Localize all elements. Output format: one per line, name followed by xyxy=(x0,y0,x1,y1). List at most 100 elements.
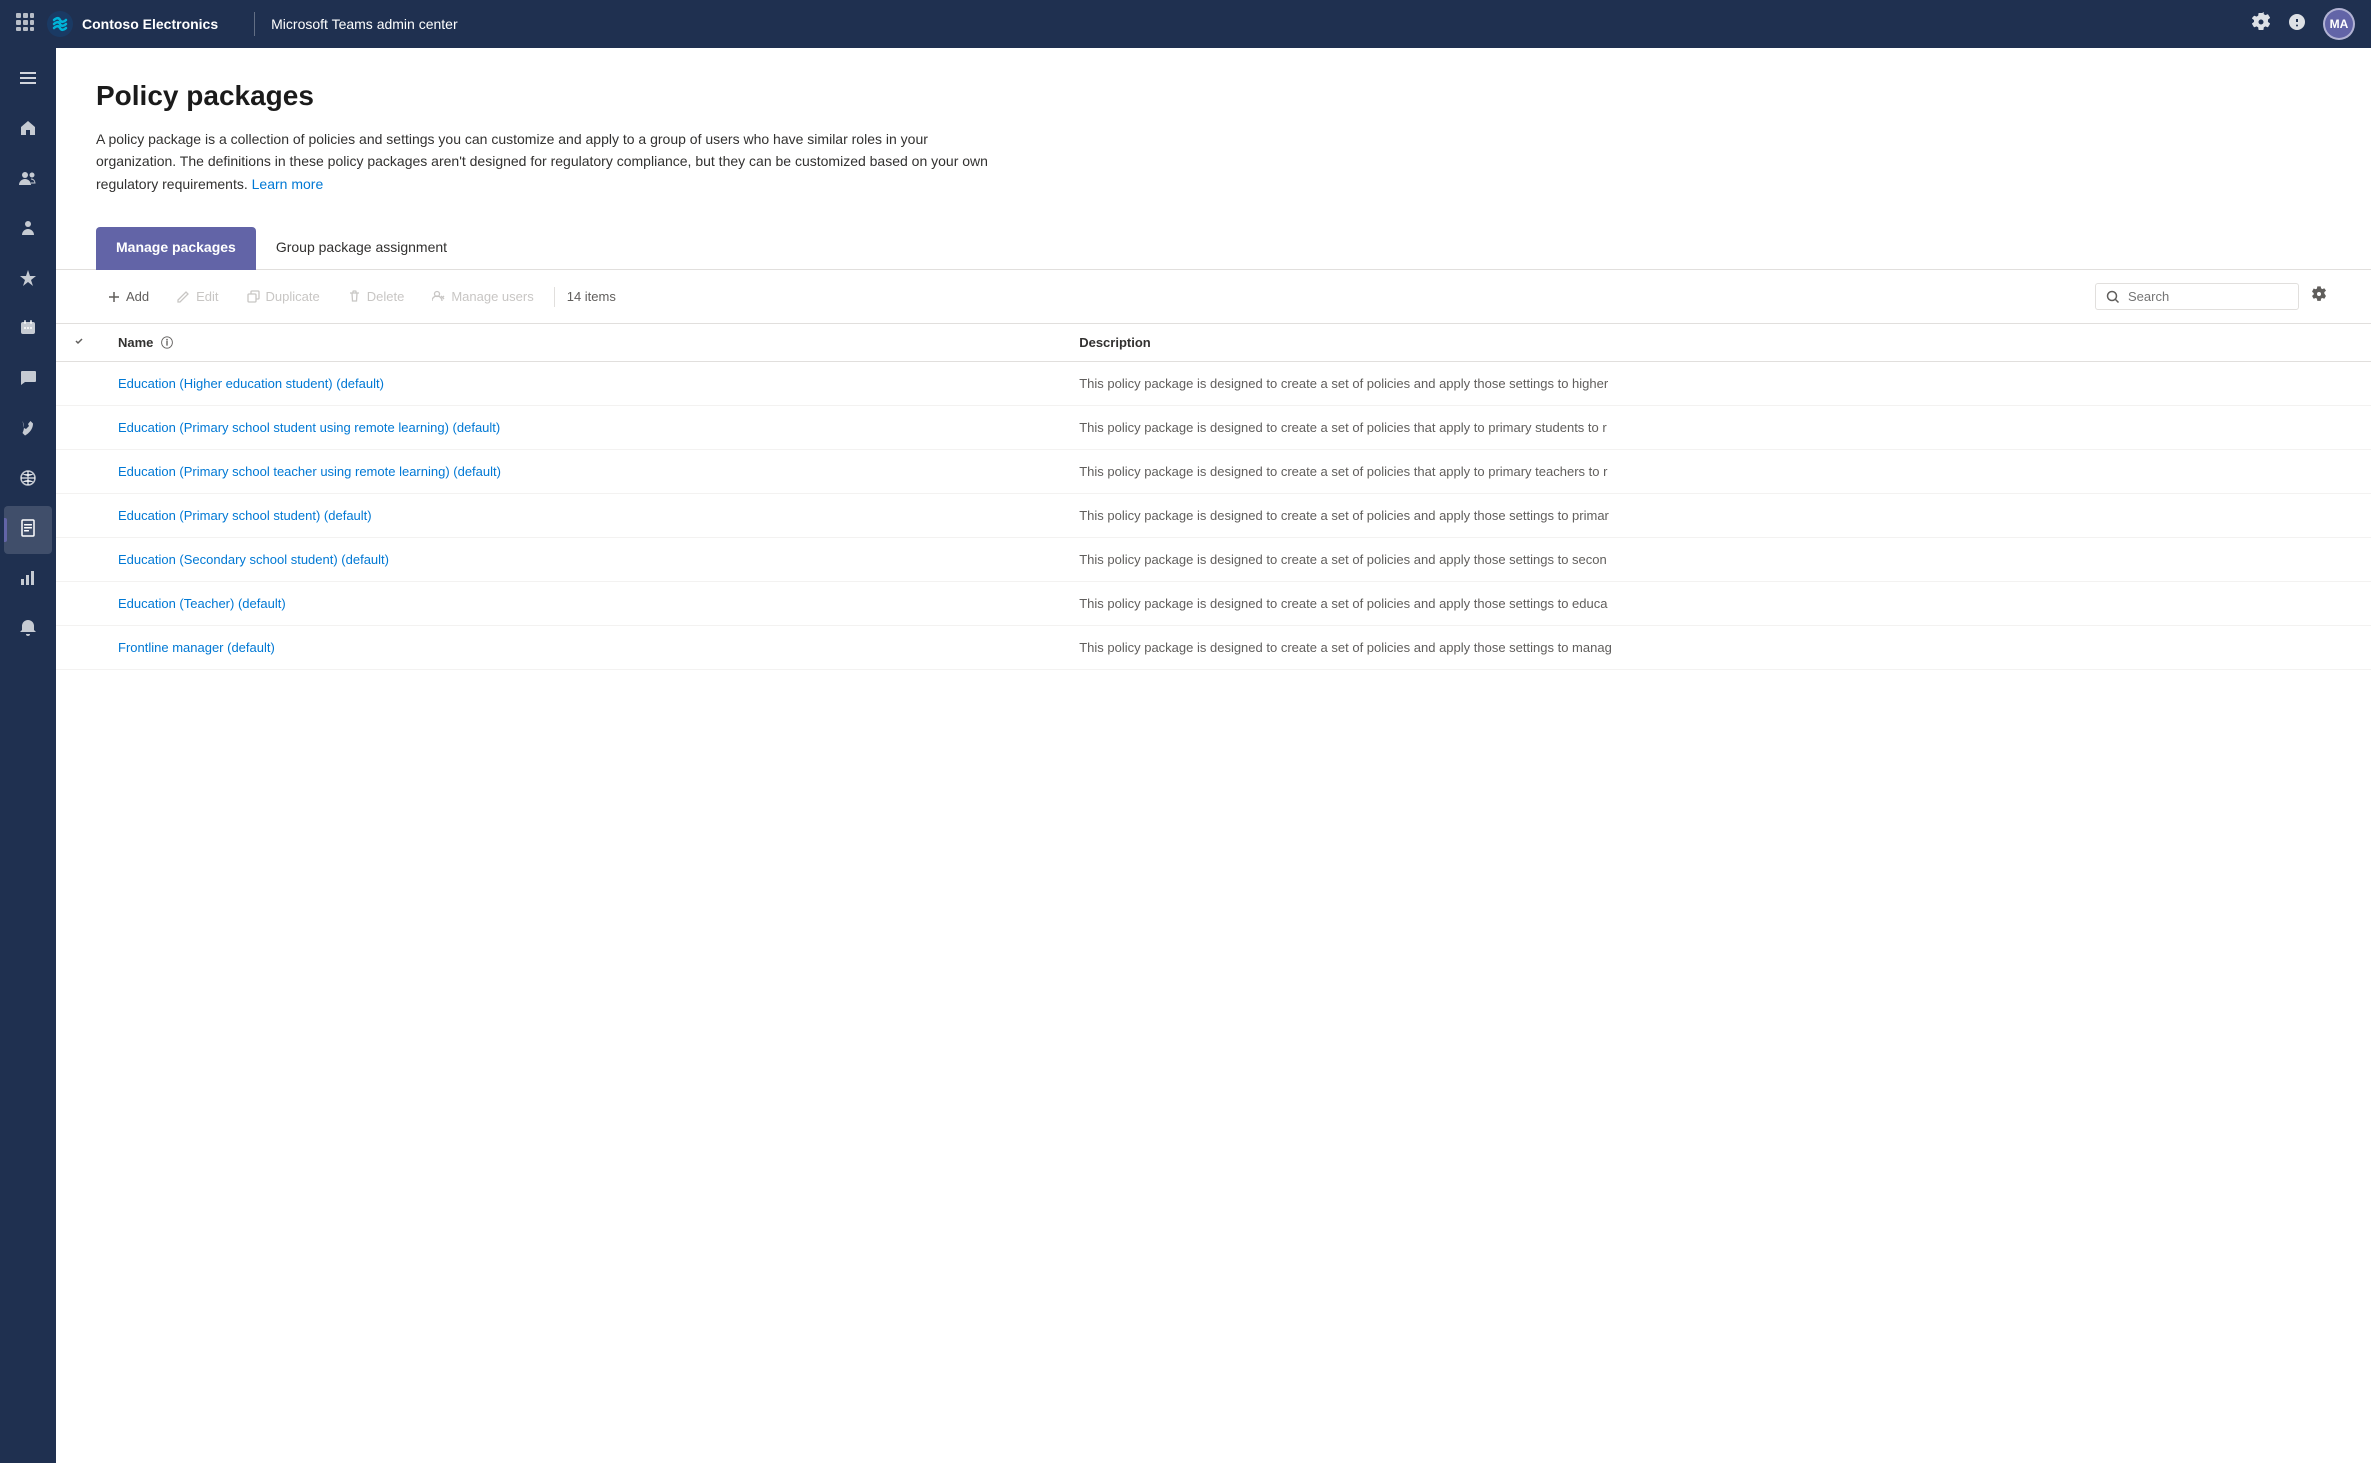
sidebar-item-meetings[interactable] xyxy=(4,306,52,354)
items-count: 14 items xyxy=(567,289,616,304)
row-desc-text-6: This policy package is designed to creat… xyxy=(1079,640,1612,655)
sidebar xyxy=(0,48,56,1463)
topbar-brand: Contoso Electronics xyxy=(82,16,218,32)
analytics-icon xyxy=(19,569,37,592)
sidebar-item-policy[interactable] xyxy=(4,506,52,554)
sidebar-item-home[interactable] xyxy=(4,106,52,154)
row-name-link-2[interactable]: Education (Primary school teacher using … xyxy=(118,464,501,479)
messaging-icon xyxy=(19,369,37,392)
add-label: Add xyxy=(126,289,149,304)
row-checkbox-2[interactable] xyxy=(56,450,102,494)
table-row: Education (Primary school student) (defa… xyxy=(56,494,2371,538)
edit-button[interactable]: Edit xyxy=(165,283,230,310)
row-name-link-4[interactable]: Education (Secondary school student) (de… xyxy=(118,552,389,567)
main-content: Policy packages A policy package is a co… xyxy=(56,48,2371,1463)
policy-table: Name ⓘ Description Education (Higher edu… xyxy=(56,324,2371,670)
row-description-3: This policy package is designed to creat… xyxy=(1063,494,2371,538)
page-header: Policy packages A policy package is a co… xyxy=(56,48,2371,219)
row-desc-text-5: This policy package is designed to creat… xyxy=(1079,596,1607,611)
search-icon xyxy=(2106,290,2120,304)
home-icon xyxy=(19,119,37,142)
row-name-3: Education (Primary school student) (defa… xyxy=(102,494,1063,538)
info-icon[interactable]: ⓘ xyxy=(161,336,173,350)
row-name-0: Education (Higher education student) (de… xyxy=(102,362,1063,406)
row-desc-text-3: This policy package is designed to creat… xyxy=(1079,508,1609,523)
delete-label: Delete xyxy=(367,289,405,304)
help-icon[interactable] xyxy=(2287,12,2307,37)
search-input[interactable] xyxy=(2128,289,2288,304)
topbar-title: Microsoft Teams admin center xyxy=(271,16,457,32)
th-checkbox[interactable] xyxy=(56,324,102,362)
tab-manage-packages[interactable]: Manage packages xyxy=(96,227,256,270)
th-description: Description xyxy=(1063,324,2371,362)
table-container: Name ⓘ Description Education (Higher edu… xyxy=(56,324,2371,1463)
sidebar-item-teams[interactable] xyxy=(4,206,52,254)
teams-icon xyxy=(19,219,37,242)
row-description-2: This policy package is designed to creat… xyxy=(1063,450,2371,494)
sidebar-item-apps[interactable] xyxy=(4,256,52,304)
row-desc-text-1: This policy package is designed to creat… xyxy=(1079,420,1607,435)
notifications-icon xyxy=(19,619,37,642)
duplicate-button[interactable]: Duplicate xyxy=(235,283,332,310)
manage-users-button[interactable]: Manage users xyxy=(420,283,545,310)
table-row: Education (Primary school student using … xyxy=(56,406,2371,450)
sidebar-item-messaging[interactable] xyxy=(4,356,52,404)
sidebar-item-menu[interactable] xyxy=(4,56,52,104)
row-name-link-1[interactable]: Education (Primary school student using … xyxy=(118,420,500,435)
row-desc-text-4: This policy package is designed to creat… xyxy=(1079,552,1607,567)
menu-icon xyxy=(19,69,37,92)
policy-icon xyxy=(19,519,37,542)
row-name-link-5[interactable]: Education (Teacher) (default) xyxy=(118,596,286,611)
row-checkbox-4[interactable] xyxy=(56,538,102,582)
grid-icon[interactable] xyxy=(16,13,34,36)
row-description-5: This policy package is designed to creat… xyxy=(1063,582,2371,626)
meetings-icon xyxy=(19,319,37,342)
sidebar-item-users[interactable] xyxy=(4,156,52,204)
row-name-4: Education (Secondary school student) (de… xyxy=(102,538,1063,582)
th-description-label: Description xyxy=(1079,335,1151,350)
delete-button[interactable]: Delete xyxy=(336,283,417,310)
apps-icon xyxy=(19,269,37,292)
row-checkbox-3[interactable] xyxy=(56,494,102,538)
row-desc-text-0: This policy package is designed to creat… xyxy=(1079,376,1608,391)
topbar-logo: Contoso Electronics xyxy=(46,10,218,38)
toolbar: Add Edit Duplicate Delete xyxy=(56,270,2371,324)
row-checkbox-0[interactable] xyxy=(56,362,102,406)
voice-icon xyxy=(19,419,37,442)
duplicate-label: Duplicate xyxy=(266,289,320,304)
table-row: Education (Teacher) (default) This polic… xyxy=(56,582,2371,626)
add-button[interactable]: Add xyxy=(96,283,161,310)
sidebar-item-locations[interactable] xyxy=(4,456,52,504)
edit-label: Edit xyxy=(196,289,218,304)
sidebar-item-notifications[interactable] xyxy=(4,606,52,654)
table-row: Education (Higher education student) (de… xyxy=(56,362,2371,406)
sidebar-item-voice[interactable] xyxy=(4,406,52,454)
topbar: Contoso Electronics Microsoft Teams admi… xyxy=(0,0,2371,48)
sidebar-item-analytics[interactable] xyxy=(4,556,52,604)
toolbar-right xyxy=(2095,282,2331,311)
row-description-1: This policy package is designed to creat… xyxy=(1063,406,2371,450)
row-name-1: Education (Primary school student using … xyxy=(102,406,1063,450)
row-name-link-6[interactable]: Frontline manager (default) xyxy=(118,640,275,655)
learn-more-link[interactable]: Learn more xyxy=(252,176,324,192)
row-description-6: This policy package is designed to creat… xyxy=(1063,626,2371,670)
column-settings-button[interactable] xyxy=(2307,282,2331,311)
row-name-link-0[interactable]: Education (Higher education student) (de… xyxy=(118,376,384,391)
page-description: A policy package is a collection of poli… xyxy=(96,128,996,195)
page-title: Policy packages xyxy=(96,80,2331,112)
row-checkbox-5[interactable] xyxy=(56,582,102,626)
select-all-icon xyxy=(72,334,86,348)
row-name-link-3[interactable]: Education (Primary school student) (defa… xyxy=(118,508,372,523)
toolbar-separator xyxy=(554,287,555,307)
row-checkbox-1[interactable] xyxy=(56,406,102,450)
tab-group-assignment[interactable]: Group package assignment xyxy=(256,227,467,270)
manage-users-label: Manage users xyxy=(451,289,533,304)
table-header-row: Name ⓘ Description xyxy=(56,324,2371,362)
layout: Policy packages A policy package is a co… xyxy=(0,48,2371,1463)
th-name[interactable]: Name ⓘ xyxy=(102,324,1063,362)
locations-icon xyxy=(19,469,37,492)
avatar[interactable]: MA xyxy=(2323,8,2355,40)
settings-icon[interactable] xyxy=(2251,12,2271,37)
search-box[interactable] xyxy=(2095,283,2299,310)
row-checkbox-6[interactable] xyxy=(56,626,102,670)
